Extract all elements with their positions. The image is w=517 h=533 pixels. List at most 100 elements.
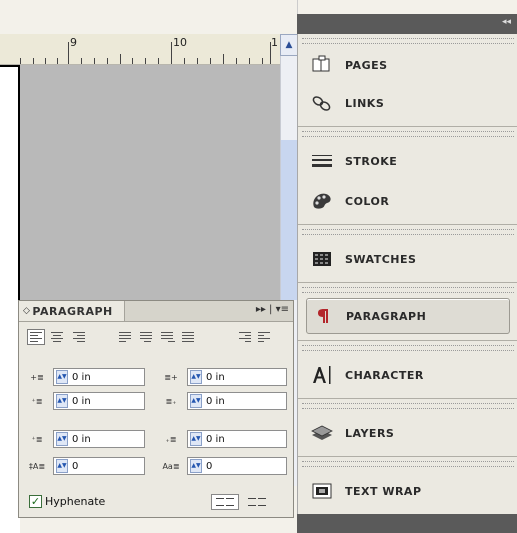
swatches-icon <box>309 247 335 271</box>
align-towards-spine-button[interactable] <box>235 329 253 345</box>
ruler-tick <box>236 58 237 64</box>
scroll-up-button[interactable]: ▲ <box>280 34 298 56</box>
ruler-tick <box>171 42 172 64</box>
stepper-icon[interactable]: ▲▼ <box>56 370 68 384</box>
stepper-icon[interactable]: ▲▼ <box>56 432 68 446</box>
divider <box>298 398 517 399</box>
ruler-mark-10: 10 <box>173 36 187 49</box>
space-after-field[interactable]: ▲▼ 0 in <box>187 430 287 448</box>
right-indent-icon: ≣+ <box>164 372 178 382</box>
first-line-indent-icon: ⁺≣ <box>31 396 43 406</box>
stepper-icon[interactable]: ▲▼ <box>190 370 202 384</box>
drop-cap-chars-field[interactable]: ▲▼ 0 <box>187 457 287 475</box>
left-indent-field[interactable]: ▲▼ 0 in <box>53 368 145 386</box>
dock-item-swatches[interactable]: SWATCHES <box>306 242 510 276</box>
ruler-tick <box>45 58 46 64</box>
tab-paragraph[interactable]: ◇ PARAGRAPH <box>19 301 125 321</box>
align-away-from-spine-button[interactable] <box>256 329 274 345</box>
drop-cap-lines-field[interactable]: ▲▼ 0 <box>53 457 145 475</box>
stroke-icon <box>309 149 335 173</box>
ruler-tick <box>94 58 95 64</box>
panel-title-glyph: ◇ <box>23 306 31 316</box>
panel-group-grip[interactable] <box>302 345 514 351</box>
dock-footer <box>297 514 517 533</box>
document-page <box>0 65 20 533</box>
space-before-icon: ⁺≣ <box>31 434 43 444</box>
hyphenate-label: Hyphenate <box>45 495 106 508</box>
dock-item-stroke[interactable]: STROKE <box>306 144 510 178</box>
panel-group-grip[interactable] <box>302 131 514 137</box>
panel-group-grip[interactable] <box>302 229 514 235</box>
ruler-tick <box>270 42 271 64</box>
dock-item-label: LAYERS <box>345 426 395 440</box>
dock-item-label: TEXT WRAP <box>345 484 422 498</box>
dock-item-label: LINKS <box>345 96 385 110</box>
ruler-tick <box>120 54 121 64</box>
dock-item-text-wrap[interactable]: TEXT WRAP <box>306 474 510 508</box>
dock-item-layers[interactable]: LAYERS <box>306 416 510 450</box>
dock-item-color[interactable]: COLOR <box>306 184 510 218</box>
ruler-tick <box>20 58 21 64</box>
justify-center-button[interactable] <box>138 329 156 345</box>
panel-group-grip[interactable] <box>302 461 514 467</box>
panel-group-grip[interactable] <box>302 38 514 44</box>
text-wrap-icon <box>309 479 335 503</box>
justify-all-button[interactable] <box>180 329 198 345</box>
drop-cap-lines-value: 0 <box>72 460 79 472</box>
panel-title: PARAGRAPH <box>32 304 113 318</box>
last-line-indent-value: 0 in <box>206 395 225 407</box>
dock-item-pages[interactable]: PAGES <box>306 48 510 82</box>
stepper-icon[interactable]: ▲▼ <box>56 394 68 408</box>
panel-menu-button[interactable]: ▸▸ | ▾≡ <box>256 304 289 315</box>
ruler-tick <box>197 58 198 64</box>
dock-item-paragraph[interactable]: PARAGRAPH <box>306 298 510 334</box>
dock-item-label: STROKE <box>345 154 398 168</box>
scrollbar-thumb[interactable] <box>281 140 297 300</box>
panel-dock: PAGES LINKS STROKE COLOR SWATCHES PARAGR… <box>297 34 517 514</box>
dock-item-label: COLOR <box>345 194 390 208</box>
stepper-icon[interactable]: ▲▼ <box>56 459 68 473</box>
ruler-tick <box>262 58 263 64</box>
dock-item-label: PAGES <box>345 58 388 72</box>
last-line-indent-field[interactable]: ▲▼ 0 in <box>187 392 287 410</box>
right-indent-value: 0 in <box>206 371 225 383</box>
space-after-icon: ₊≣ <box>165 434 177 444</box>
ruler-tick <box>249 58 250 64</box>
collapse-dock-button[interactable]: ◂◂ <box>502 17 511 27</box>
divider <box>298 224 517 225</box>
panel-group-grip[interactable] <box>302 287 514 293</box>
hyphenate-checkbox[interactable]: ✓ <box>29 495 42 508</box>
drop-cap-lines-icon: ‡A≣ <box>28 461 46 471</box>
align-center-button[interactable] <box>48 329 66 345</box>
character-icon <box>309 363 335 387</box>
dock-header: ◂◂ <box>297 14 517 34</box>
justify-left-button[interactable] <box>117 329 135 345</box>
paragraph-panel: ◇ PARAGRAPH ▸▸ | ▾≡ +≣ ▲▼ 0 in ≣+ ▲▼ 0 i… <box>18 300 294 518</box>
align-baseline-grid-on-button[interactable] <box>243 494 271 510</box>
divider <box>298 126 517 127</box>
drop-cap-chars-icon: Aa≣ <box>162 461 180 471</box>
ruler-tick <box>107 58 108 64</box>
left-indent-icon: +≣ <box>30 372 44 382</box>
first-line-indent-field[interactable]: ▲▼ 0 in <box>53 392 145 410</box>
align-baseline-grid-off-button[interactable] <box>211 494 239 510</box>
stepper-icon[interactable]: ▲▼ <box>190 459 202 473</box>
space-before-field[interactable]: ▲▼ 0 in <box>53 430 145 448</box>
dock-item-links[interactable]: LINKS <box>306 86 510 120</box>
dock-item-character[interactable]: CHARACTER <box>306 358 510 392</box>
stepper-icon[interactable]: ▲▼ <box>190 394 202 408</box>
horizontal-ruler: 9 10 1 <box>0 34 280 65</box>
ruler-tick <box>57 58 58 64</box>
align-right-button[interactable] <box>69 329 87 345</box>
ruler-mark-11: 1 <box>271 36 278 49</box>
left-indent-value: 0 in <box>72 371 91 383</box>
last-line-indent-icon: ≣₊ <box>165 396 177 406</box>
panel-group-grip[interactable] <box>302 403 514 409</box>
color-palette-icon <box>309 189 335 213</box>
first-line-indent-value: 0 in <box>72 395 91 407</box>
ruler-tick <box>210 58 211 64</box>
align-left-button[interactable] <box>27 329 45 345</box>
right-indent-field[interactable]: ▲▼ 0 in <box>187 368 287 386</box>
stepper-icon[interactable]: ▲▼ <box>190 432 202 446</box>
justify-right-button[interactable] <box>159 329 177 345</box>
